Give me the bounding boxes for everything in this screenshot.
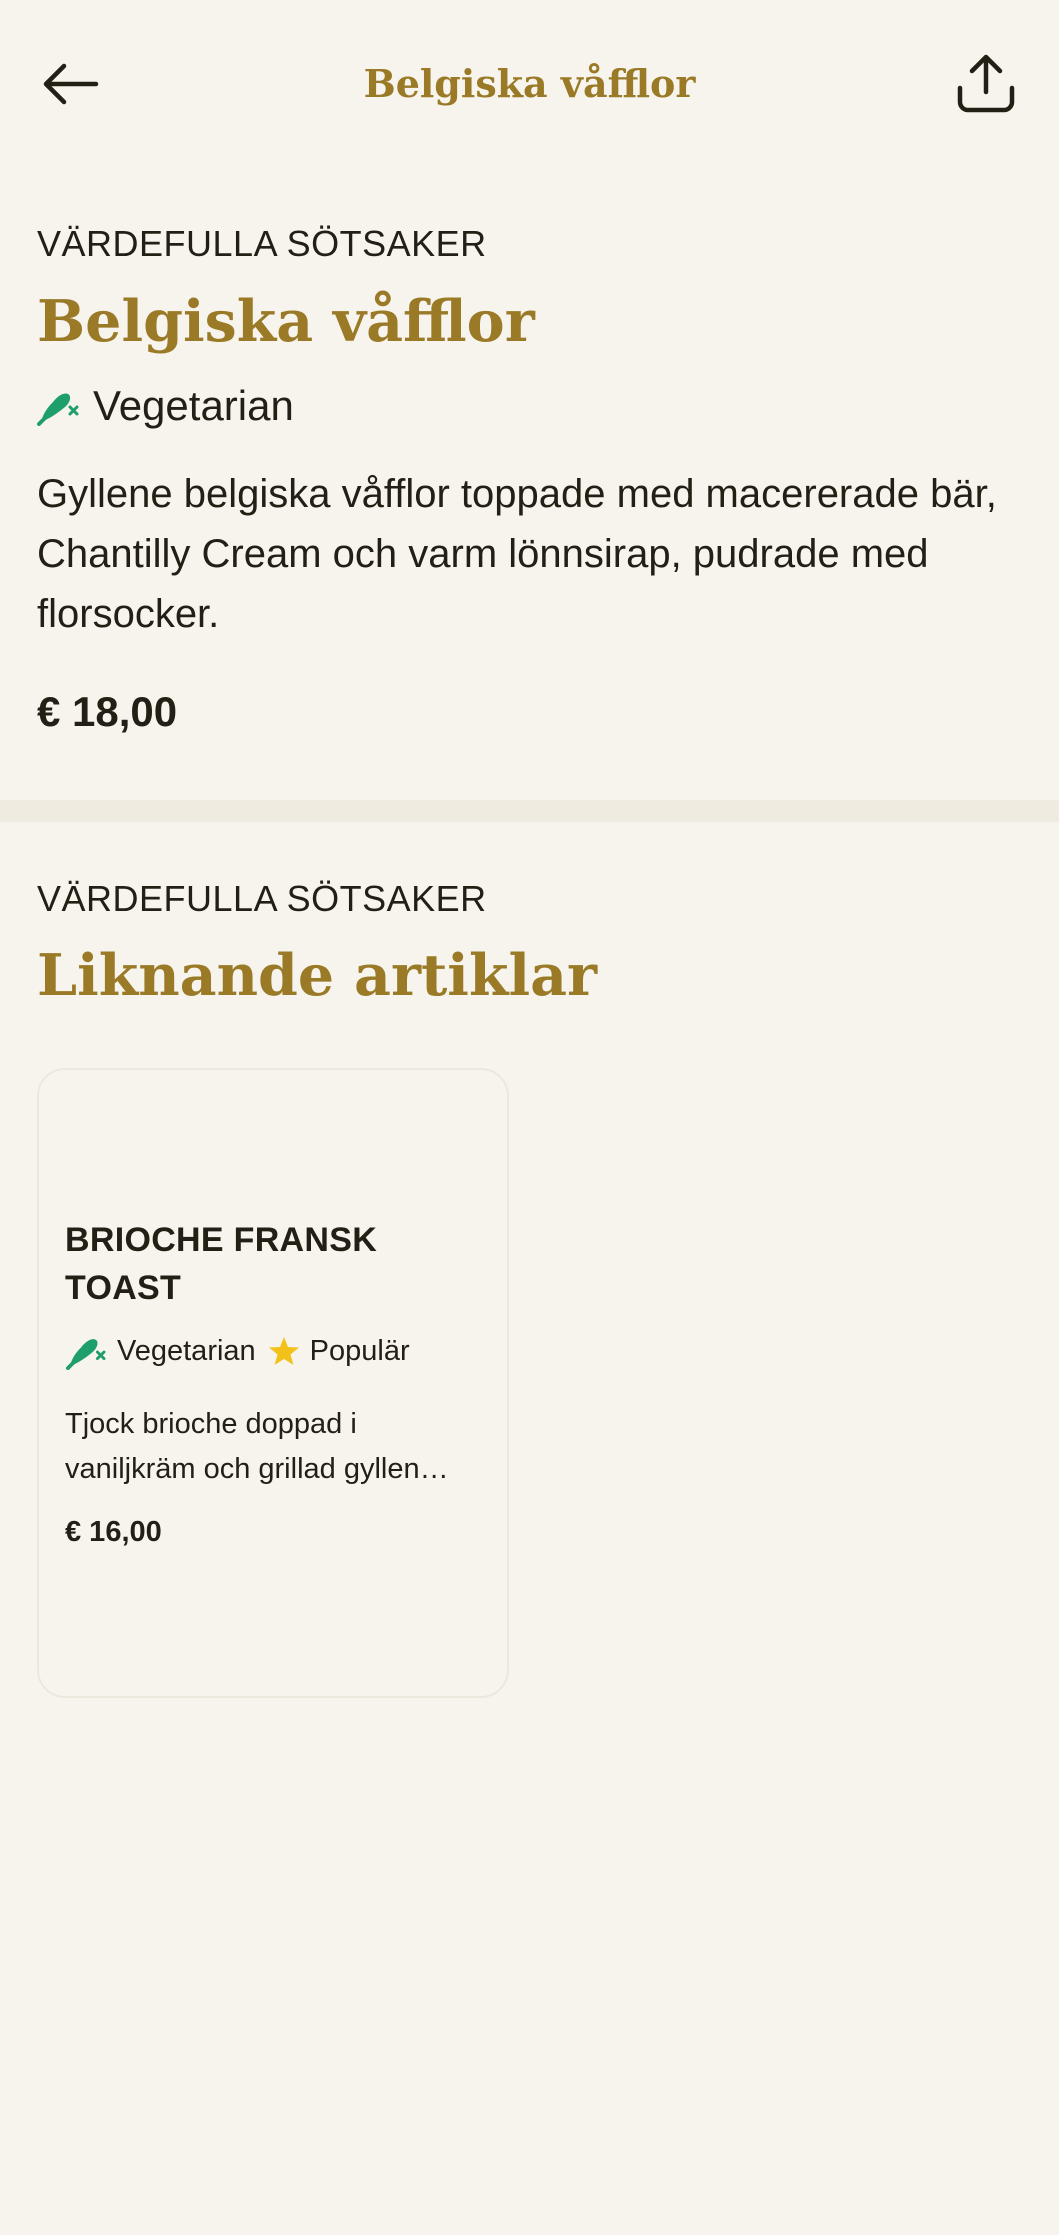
- similar-category: VÄRDEFULLA SÖTSAKER: [37, 878, 487, 919]
- similar-item-card[interactable]: BRIOCHE FRANSK TOAST Vegetarian Populär: [37, 1068, 509, 1698]
- star-icon: [268, 1335, 300, 1367]
- tag-popular: Populär: [309, 1334, 410, 1367]
- vegetarian-icon: [65, 1332, 107, 1370]
- share-button[interactable]: [950, 46, 1022, 122]
- product-price: € 18,00: [37, 688, 178, 735]
- header-title: Belgiska våfflor: [363, 61, 696, 106]
- vegetarian-icon: [37, 386, 79, 426]
- diet-label: Vegetarian: [93, 382, 294, 429]
- similar-item-name: BRIOCHE FRANSK TOAST: [65, 1221, 378, 1307]
- similar-item-description: Tjock brioche doppad i vaniljkräm och gr…: [65, 1408, 449, 1485]
- share-icon: [954, 52, 1018, 116]
- product-category: VÄRDEFULLA SÖTSAKER: [37, 223, 487, 264]
- top-bar: Belgiska våfflor: [0, 0, 1059, 168]
- similar-item-tags: Vegetarian Populär: [65, 1332, 422, 1370]
- similar-title: Liknande artiklar: [37, 942, 598, 1009]
- diet-badge: Vegetarian: [37, 382, 294, 430]
- product-section: VÄRDEFULLA SÖTSAKER Belgiska våfflor Veg…: [0, 168, 1059, 800]
- similar-item-price: € 16,00: [65, 1516, 162, 1548]
- tag-vegetarian: Vegetarian: [117, 1334, 256, 1367]
- back-button[interactable]: [34, 48, 106, 120]
- similar-items-section: VÄRDEFULLA SÖTSAKER Liknande artiklar BR…: [0, 822, 1059, 1722]
- product-title: Belgiska våfflor: [37, 288, 535, 355]
- section-divider: [0, 800, 1059, 822]
- arrow-left-icon: [40, 62, 100, 106]
- product-description: Gyllene belgiska våfflor toppade med mac…: [37, 472, 997, 636]
- item-detail-page: Belgiska våfflor VÄRDEFULLA SÖTSAKER Bel…: [0, 0, 1059, 2235]
